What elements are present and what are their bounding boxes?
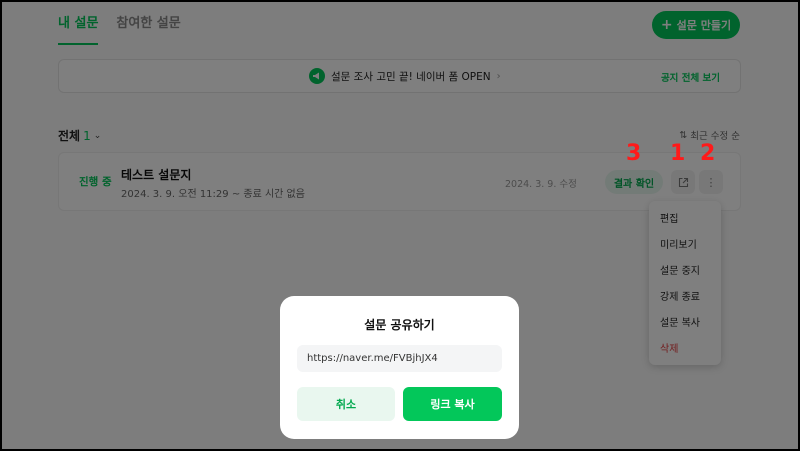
share-link-field[interactable] bbox=[297, 345, 502, 372]
modal-title: 설문 공유하기 bbox=[364, 318, 435, 332]
page: 내 설문 참여한 설문 + 설문 만들기 설문 조사 고민 끝! 네이버 폼 O… bbox=[2, 2, 798, 449]
window-frame: 내 설문 참여한 설문 + 설문 만들기 설문 조사 고민 끝! 네이버 폼 O… bbox=[0, 0, 800, 451]
share-modal: 설문 공유하기 취소 링크 복사 bbox=[280, 296, 519, 439]
annotation-marker-2: 2 bbox=[700, 141, 716, 166]
cancel-button[interactable]: 취소 bbox=[297, 387, 395, 421]
annotation-marker-3: 3 bbox=[626, 141, 642, 166]
copy-link-button[interactable]: 링크 복사 bbox=[403, 387, 502, 421]
annotation-marker-1: 1 bbox=[670, 141, 686, 166]
